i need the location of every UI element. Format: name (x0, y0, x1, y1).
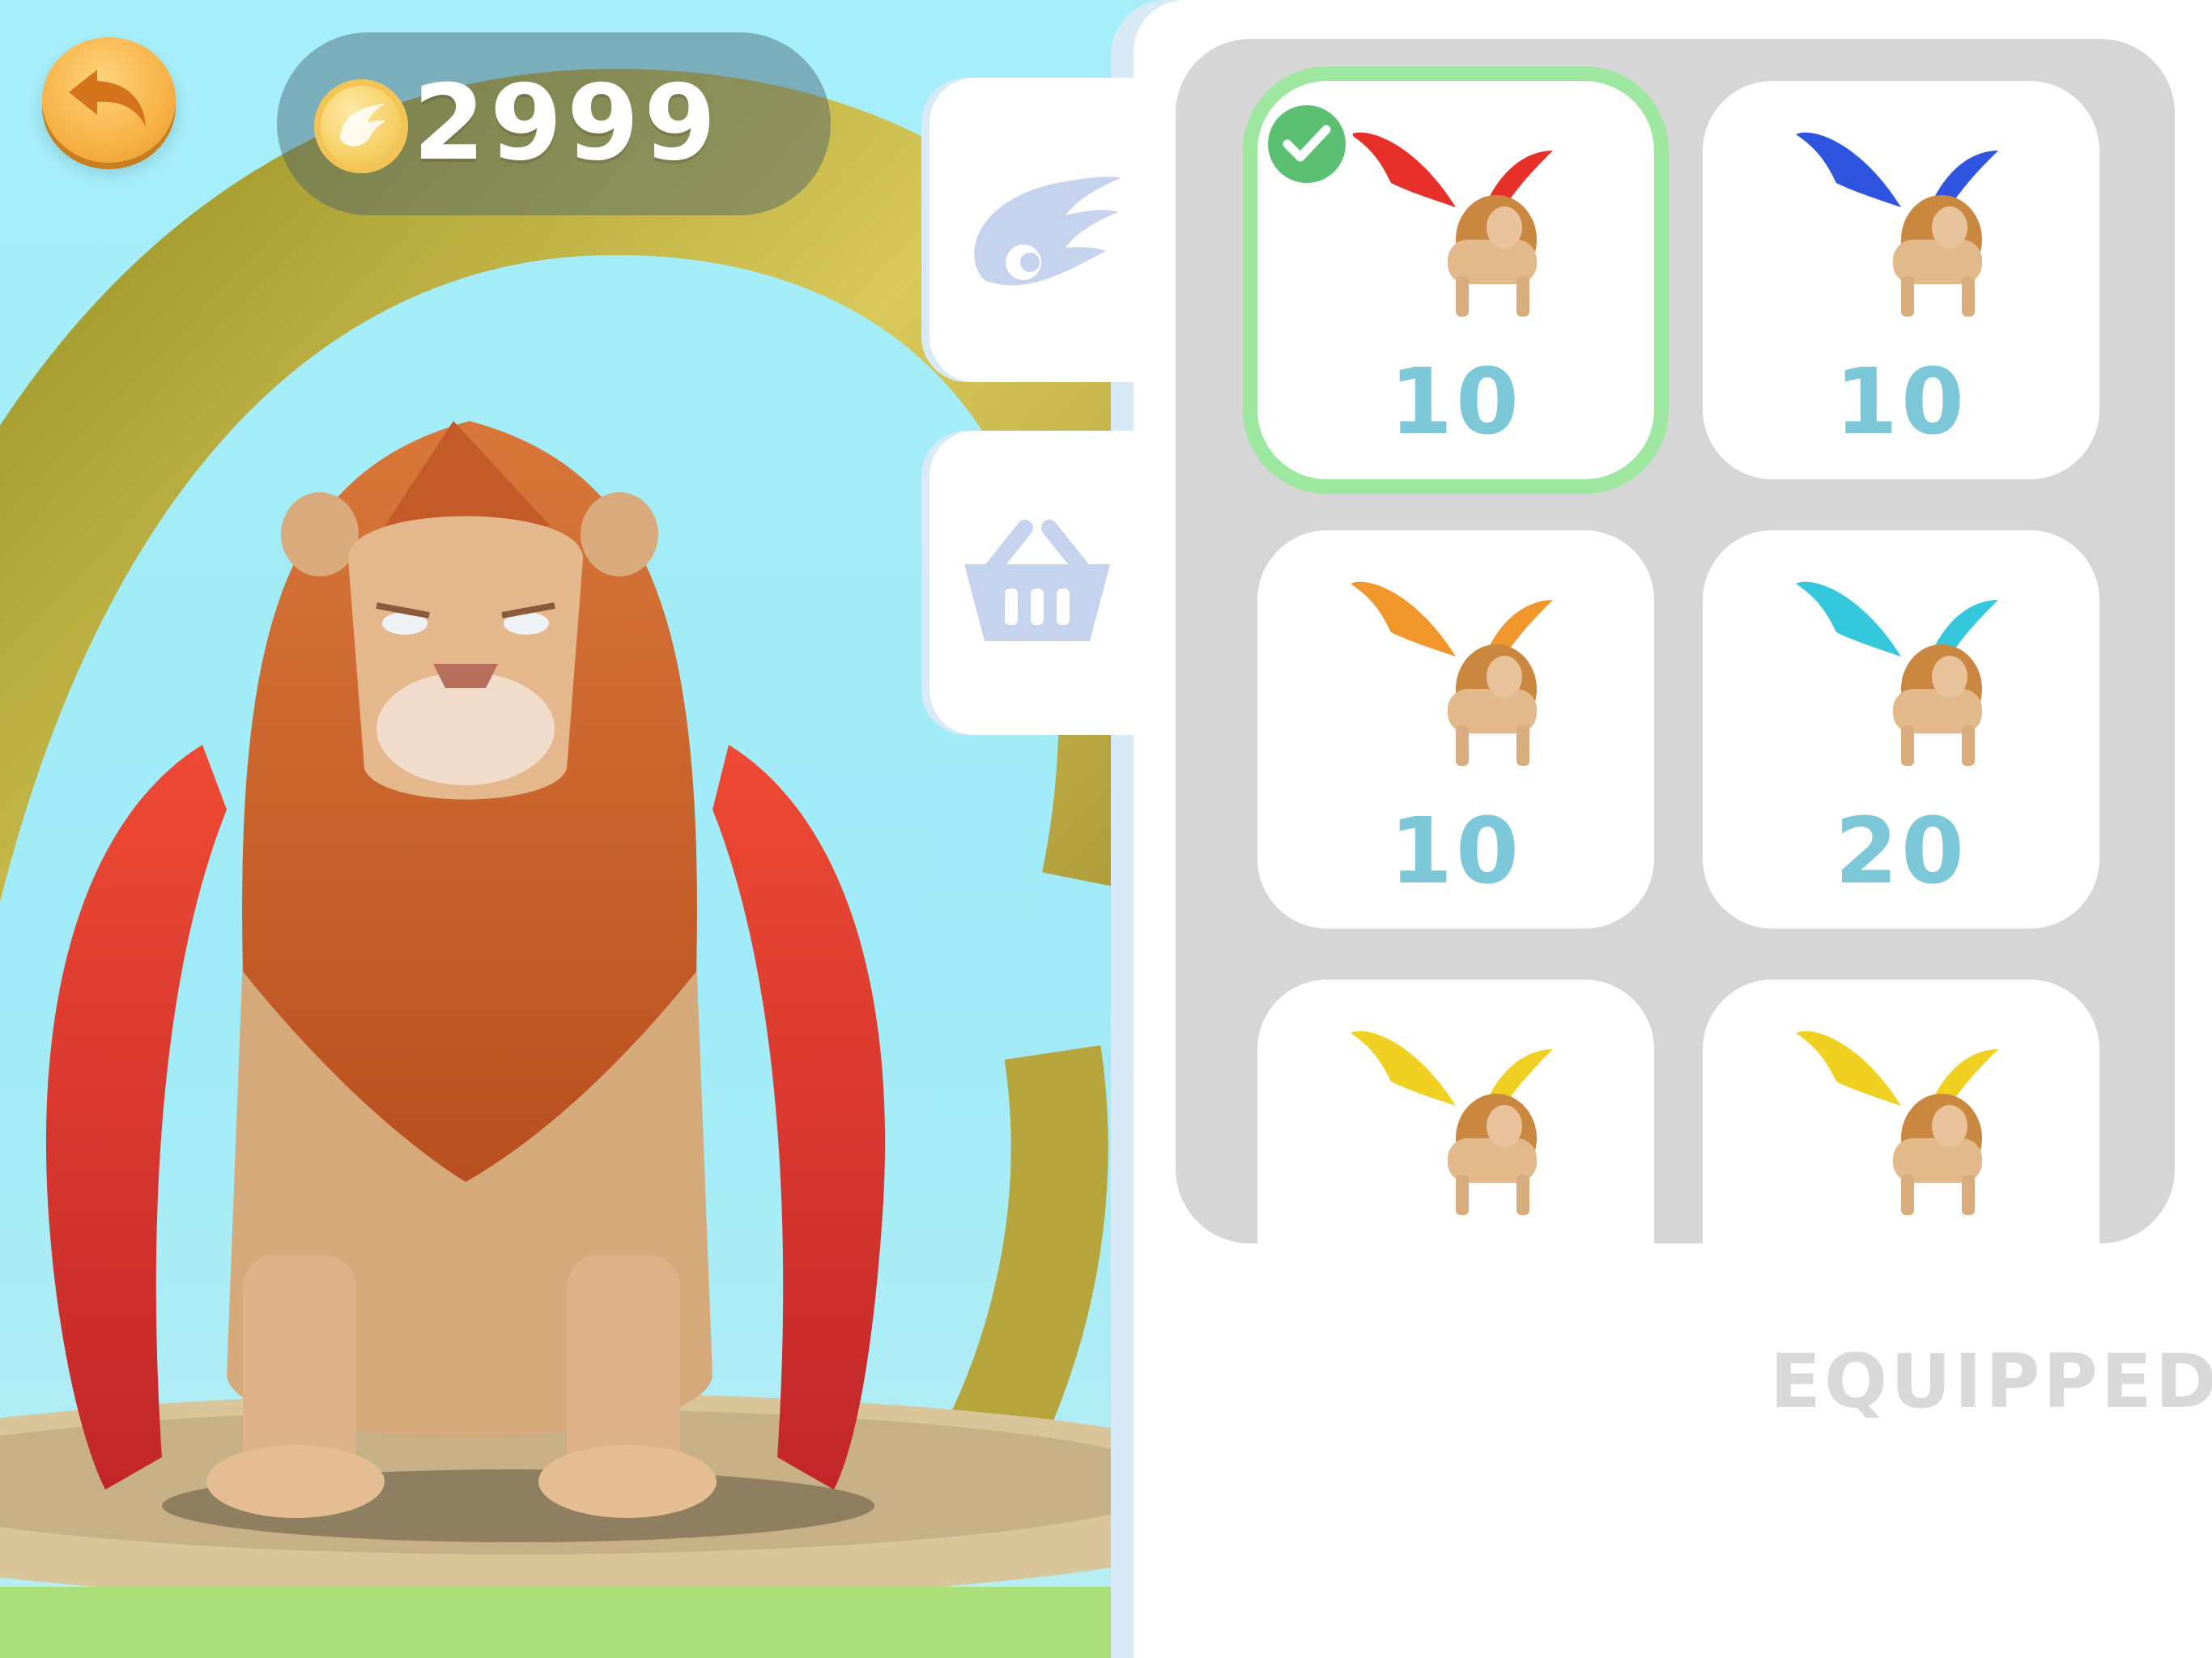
coin-icon (314, 79, 408, 173)
wing-item-card[interactable] (1257, 980, 1654, 1244)
winged-lion-thumbnail (1351, 581, 1553, 766)
item-price: 10 (1835, 350, 1967, 455)
wing-item-card[interactable] (1703, 980, 2099, 1244)
item-price: 20 (1835, 799, 1967, 904)
back-button[interactable] (42, 37, 176, 163)
wing-item-card[interactable]: 20 (1703, 530, 2099, 929)
wing-item-card[interactable]: 10 (1257, 530, 1654, 929)
equipped-status-label: EQUIPPED (1770, 1338, 2212, 1425)
winged-lion-thumbnail (1796, 1031, 1998, 1215)
basket-icon (964, 520, 1110, 641)
winged-lion-thumbnail (1351, 132, 1553, 317)
item-price: 10 (1389, 799, 1522, 904)
tab-shop[interactable] (929, 431, 1164, 735)
tab-wings[interactable] (929, 78, 1164, 382)
coin-count: 2999 (413, 63, 721, 184)
shop-grid-row (1176, 931, 2175, 1244)
wing-item-card[interactable]: 10 (1703, 81, 2099, 479)
back-arrow-icon (69, 70, 146, 126)
item-price: 10 (1389, 350, 1522, 455)
equipped-check-icon (1268, 105, 1346, 183)
winged-lion-thumbnail (1796, 581, 1998, 766)
winged-lion-thumbnail (1351, 1031, 1553, 1215)
wing-icon (974, 176, 1121, 286)
winged-lion-thumbnail (1796, 132, 1998, 317)
